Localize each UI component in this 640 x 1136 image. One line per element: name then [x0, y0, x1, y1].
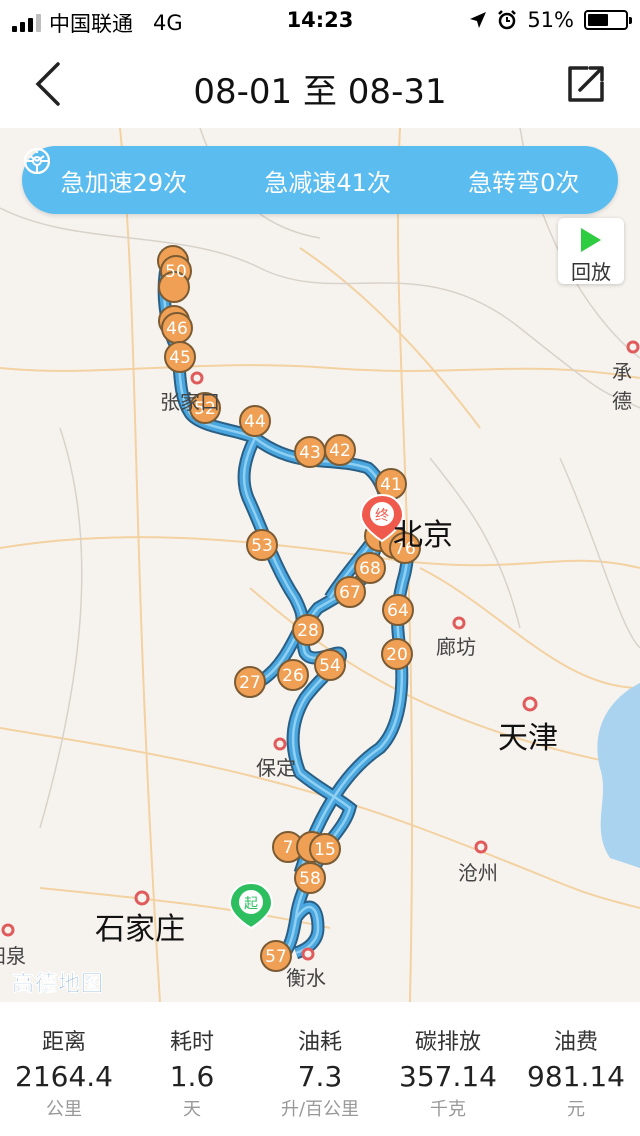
city-langfang: 廊坊	[436, 635, 476, 659]
marker-label: 58	[299, 869, 321, 889]
end-pin-label: 终	[375, 508, 389, 524]
location-arrow-icon	[470, 12, 487, 28]
sharp-turn-label: 急转弯0次	[468, 168, 580, 197]
stat-unit: 元	[567, 1099, 585, 1120]
driving-events-bar: 急加速29次 急减速41次 急转弯0次	[22, 146, 618, 214]
navigation-bar: 08-01 至 08-31	[0, 40, 640, 128]
stat-label: 油费	[553, 1030, 598, 1055]
hard-acceleration-label: 急加速29次	[60, 168, 188, 197]
stat-label: 距离	[41, 1030, 86, 1055]
play-icon	[581, 228, 601, 252]
marker-label: 45	[169, 348, 191, 368]
replay-label: 回放	[571, 260, 611, 284]
marker-label: 44	[244, 412, 266, 432]
marker-label: 20	[386, 645, 408, 665]
stat-value: 1.6	[169, 1060, 215, 1093]
marker-label: 15	[314, 840, 336, 860]
status-bar: 中国联通 4G 14:23 51%	[0, 0, 640, 40]
stat-value: 357.14	[399, 1060, 497, 1093]
city-yangquan: 阳泉	[0, 944, 26, 968]
steering-wheel-icon	[24, 148, 50, 174]
stat-value: 2164.4	[15, 1060, 113, 1093]
stat-value: 7.3	[297, 1060, 343, 1093]
marker-label: 27	[239, 673, 261, 693]
battery-percent: 51%	[527, 8, 574, 32]
sharp-turn: 急转弯0次	[24, 148, 580, 198]
map-canvas: 50 46 45 52 44 43 42 41 76 68 67 64 53 2…	[0, 128, 640, 1002]
marker-label: 67	[339, 583, 361, 603]
replay-button[interactable]: 回放	[558, 218, 624, 284]
city-shijiazhuang: 石家庄	[95, 912, 185, 947]
trip-stats: 距离 2164.4 公里 耗时 1.6 天 油耗 7.3 升/百公里 碳排放 3…	[0, 1002, 640, 1136]
marker-label: 64	[387, 601, 409, 621]
start-pin[interactable]: 起	[228, 881, 274, 930]
stat-fuel-cost: 油费 981.14 元	[512, 1002, 640, 1136]
marker-label: 68	[359, 559, 381, 579]
stat-unit: 天	[183, 1099, 201, 1120]
marker-label: 50	[165, 262, 187, 282]
marker-label: 28	[297, 621, 319, 641]
stat-label: 油耗	[297, 1030, 342, 1055]
stat-unit: 千克	[430, 1099, 466, 1120]
battery-icon	[584, 10, 632, 30]
hard-braking: 急减速41次	[24, 148, 391, 198]
stat-unit: 公里	[46, 1099, 82, 1120]
stat-value: 981.14	[527, 1060, 625, 1093]
stat-label: 碳排放	[414, 1030, 481, 1055]
city-chengde: 承德	[612, 360, 632, 413]
city-beijing: 北京	[393, 518, 453, 553]
stat-distance: 距离 2164.4 公里	[0, 1002, 128, 1136]
share-icon[interactable]	[566, 64, 606, 104]
alarm-icon	[498, 10, 517, 30]
stat-duration: 耗时 1.6 天	[128, 1002, 256, 1136]
marker-label: 7	[283, 838, 294, 858]
page-title: 08-01 至 08-31	[193, 72, 447, 112]
waypoint-markers	[157, 245, 421, 972]
stat-unit: 升/百公里	[280, 1099, 360, 1120]
hard-braking-label: 急减速41次	[264, 168, 391, 197]
marker-label: 43	[299, 443, 321, 463]
hard-acceleration: 急加速29次	[24, 148, 188, 198]
city-tianjin: 天津	[498, 721, 558, 756]
map-view[interactable]: 50 46 45 52 44 43 42 41 76 68 67 64 53 2…	[0, 128, 640, 1002]
city-baoding: 保定	[256, 756, 296, 780]
marker-label: 46	[166, 319, 188, 339]
marker-label: 54	[319, 656, 341, 676]
city-hengshui: 衡水	[286, 966, 326, 990]
start-pin-label: 起	[244, 896, 258, 912]
stat-carbon-emission: 碳排放 357.14 千克	[384, 1002, 512, 1136]
marker-label: 42	[329, 441, 351, 461]
city-zhangjiakou: 张家口	[160, 390, 220, 414]
amap-logo: 高德地图	[12, 972, 105, 998]
marker-label: 57	[265, 947, 287, 967]
stat-fuel-consumption: 油耗 7.3 升/百公里	[256, 1002, 384, 1136]
marker-label: 41	[380, 475, 402, 495]
city-cangzhou: 沧州	[458, 861, 498, 885]
stat-label: 耗时	[169, 1030, 214, 1055]
marker-label: 53	[251, 536, 273, 556]
marker-label: 26	[282, 666, 304, 686]
